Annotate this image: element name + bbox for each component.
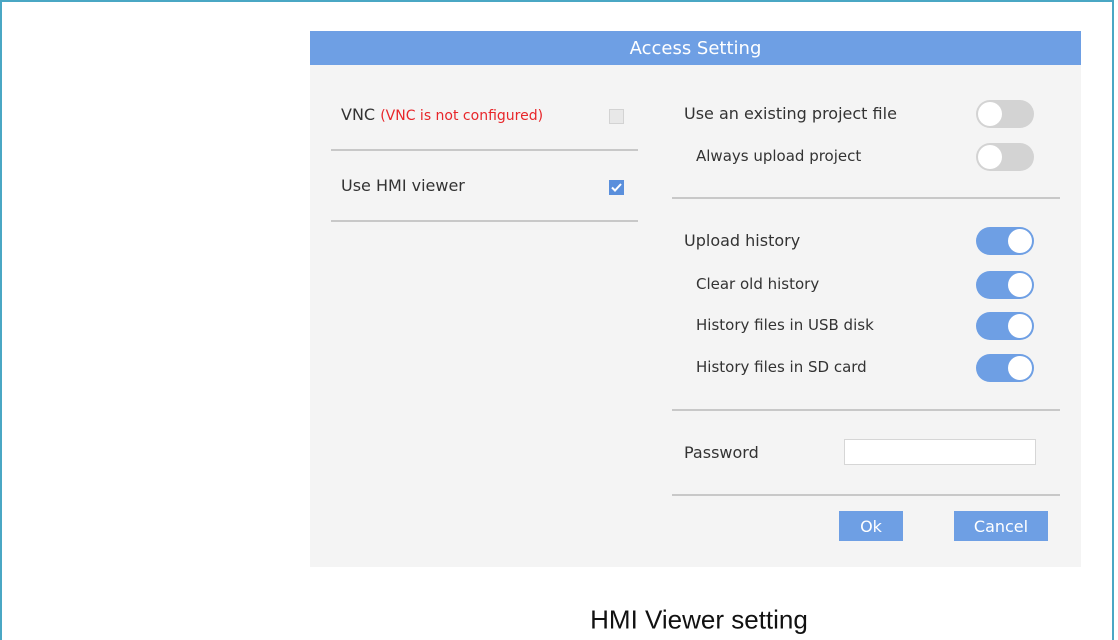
- checkmark-icon: [611, 183, 622, 192]
- vnc-checkbox[interactable]: [609, 109, 624, 124]
- vnc-row: VNC (VNC is not configured): [341, 105, 543, 124]
- hmi-viewer-label: Use HMI viewer: [341, 176, 465, 195]
- toggle-knob: [1008, 314, 1032, 338]
- clear-old-history-toggle[interactable]: [976, 271, 1034, 299]
- vnc-warning: (VNC is not configured): [380, 108, 544, 124]
- ok-button[interactable]: Ok: [839, 511, 903, 541]
- toggle-knob: [1008, 229, 1032, 253]
- toggle-knob: [978, 145, 1002, 169]
- history-usb-label: History files in USB disk: [696, 316, 874, 334]
- always-upload-project-toggle[interactable]: [976, 143, 1034, 171]
- left-divider-1: [331, 149, 638, 151]
- history-sd-label: History files in SD card: [696, 358, 867, 376]
- figure-caption: HMI Viewer setting: [590, 604, 808, 635]
- left-divider-2: [331, 220, 638, 222]
- right-divider-3: [672, 494, 1060, 496]
- access-setting-dialog: Access Setting VNC (VNC is not configure…: [310, 31, 1081, 567]
- password-label: Password: [684, 443, 759, 462]
- clear-old-history-label: Clear old history: [696, 275, 820, 293]
- dialog-title: Access Setting: [310, 31, 1081, 65]
- history-usb-toggle[interactable]: [976, 312, 1034, 340]
- use-existing-project-toggle[interactable]: [976, 100, 1034, 128]
- right-divider-2: [672, 409, 1060, 411]
- upload-history-toggle[interactable]: [976, 227, 1034, 255]
- hmi-viewer-checkbox[interactable]: [609, 180, 624, 195]
- history-sd-toggle[interactable]: [976, 354, 1034, 382]
- right-divider-1: [672, 197, 1060, 199]
- toggle-knob: [1008, 273, 1032, 297]
- upload-history-label: Upload history: [684, 231, 801, 250]
- toggle-knob: [978, 102, 1002, 126]
- vnc-label: VNC: [341, 105, 376, 124]
- password-input[interactable]: [844, 439, 1036, 465]
- use-existing-project-label: Use an existing project file: [684, 104, 897, 123]
- cancel-button[interactable]: Cancel: [954, 511, 1048, 541]
- always-upload-project-label: Always upload project: [696, 147, 862, 165]
- toggle-knob: [1008, 356, 1032, 380]
